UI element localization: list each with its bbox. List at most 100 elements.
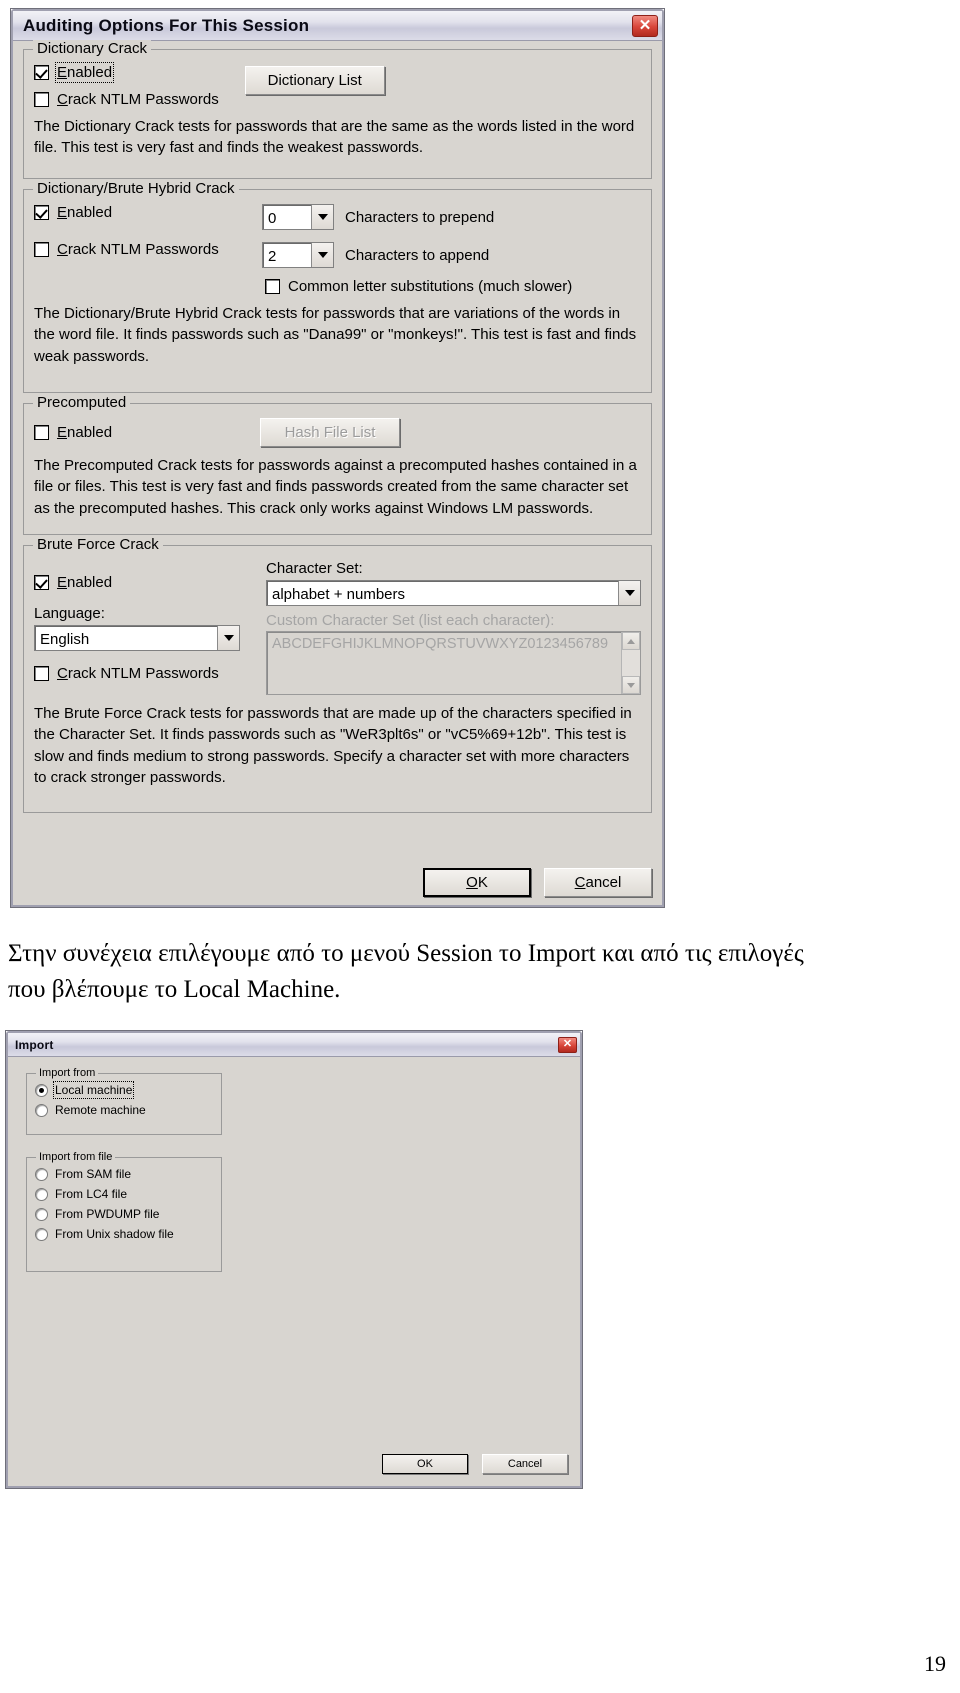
- radio-local-machine[interactable]: [35, 1083, 48, 1097]
- close-icon[interactable]: ✕: [558, 1036, 577, 1053]
- scroll-down-icon[interactable]: [622, 676, 640, 694]
- characters-to-append-combo[interactable]: 2: [262, 242, 334, 268]
- precomputed-enabled-label: Enabled: [57, 424, 113, 441]
- common-substitutions-label: Common letter substitutions (much slower…: [288, 278, 573, 295]
- radio-from-lc4-file[interactable]: [35, 1187, 48, 1201]
- precomputed-enabled-checkbox[interactable]: [34, 425, 49, 440]
- dictionary-ntlm-row[interactable]: Crack NTLM Passwords: [34, 91, 219, 108]
- brute-ntlm-checkbox[interactable]: [34, 666, 49, 681]
- precomputed-group: Precomputed Enabled Hash File List The P…: [23, 394, 652, 535]
- brute-force-content: Enabled Language: English Crack NTLM Pas…: [24, 546, 651, 796]
- precomputed-legend: Precomputed: [33, 394, 131, 411]
- brute-ntlm-row[interactable]: Crack NTLM Passwords: [34, 665, 262, 682]
- body-paragraph-line-1: Στην συνέχεια επιλέγουμε από το μενού Se…: [8, 940, 804, 967]
- auditing-dialog-buttons: OK Cancel: [423, 868, 652, 897]
- import-dialog-body: Import from Local machine Remote machine: [8, 1057, 580, 1486]
- hybrid-ntlm-row[interactable]: Crack NTLM Passwords: [34, 241, 262, 258]
- dictionary-crack-content: Enabled Crack NTLM Passwords Dictionary …: [24, 50, 651, 167]
- radio-from-sam-file-row[interactable]: From SAM file: [35, 1167, 213, 1181]
- import-from-file-content: From SAM file From LC4 file From PWDUMP …: [27, 1158, 221, 1247]
- dictionary-enabled-label: Enabled: [54, 62, 115, 83]
- hybrid-crack-group: Dictionary/Brute Hybrid Crack Enabled Cr…: [23, 180, 652, 393]
- dictionary-crack-legend: Dictionary Crack: [33, 40, 152, 57]
- language-value: English: [40, 630, 90, 648]
- custom-character-set-textarea[interactable]: ABCDEFGHIJKLMNOPQRSTUVWXYZ0123456789: [266, 631, 641, 695]
- hybrid-crack-content: Enabled Crack NTLM Passwords 0 Character…: [24, 190, 651, 375]
- character-set-combo[interactable]: alphabet + numbers: [266, 580, 641, 606]
- hybrid-ntlm-label: Crack NTLM Passwords: [57, 241, 219, 258]
- dialog-frame: Auditing Options For This Session ✕ Dict…: [11, 9, 664, 907]
- import-from-content: Local machine Remote machine: [27, 1074, 221, 1123]
- import-from-file-legend: Import from file: [36, 1151, 116, 1163]
- import-dialog-frame: Import ✕ Import from Local machine Remot: [6, 1031, 582, 1488]
- dictionary-crack-description: The Dictionary Crack tests for passwords…: [34, 118, 635, 157]
- brute-force-description: The Brute Force Crack tests for password…: [34, 705, 632, 786]
- dictionary-ntlm-checkbox[interactable]: [34, 92, 49, 107]
- auditing-dialog-title: Auditing Options For This Session: [23, 15, 310, 35]
- radio-from-lc4-file-label: From LC4 file: [55, 1187, 128, 1201]
- brute-enabled-label: Enabled: [57, 574, 113, 591]
- page-number: 19: [924, 1651, 946, 1676]
- radio-from-pwdump-file-label: From PWDUMP file: [55, 1207, 160, 1221]
- body-paragraph-line-2: που βλέπουμε το Local Machine.: [8, 976, 341, 1004]
- import-dialog: Import ✕ Import from Local machine Remot: [5, 1030, 583, 1489]
- document-page: Auditing Options For This Session ✕ Dict…: [0, 0, 960, 1693]
- hash-file-list-button: Hash File List: [260, 418, 400, 447]
- common-substitutions-row[interactable]: Common letter substitutions (much slower…: [265, 278, 641, 295]
- radio-from-pwdump-file-row[interactable]: From PWDUMP file: [35, 1207, 213, 1221]
- radio-from-sam-file-label: From SAM file: [55, 1167, 132, 1181]
- language-combo[interactable]: English: [34, 625, 240, 651]
- characters-to-append-label: Characters to append: [345, 246, 490, 264]
- auditing-options-dialog: Auditing Options For This Session ✕ Dict…: [10, 8, 665, 908]
- brute-enabled-checkbox[interactable]: [34, 575, 49, 590]
- common-substitutions-checkbox[interactable]: [265, 279, 280, 294]
- chevron-down-icon[interactable]: [618, 581, 640, 605]
- import-cancel-button[interactable]: Cancel: [482, 1454, 568, 1474]
- radio-local-machine-row[interactable]: Local machine: [35, 1081, 213, 1099]
- dictionary-enabled-row[interactable]: Enabled: [34, 62, 219, 83]
- brute-force-group: Brute Force Crack Enabled Language: Engl…: [23, 536, 652, 813]
- import-from-file-group: Import from file From SAM file From LC4 …: [26, 1151, 222, 1272]
- custom-character-set-caption: Custom Character Set (list each characte…: [266, 612, 555, 629]
- import-from-group: Import from Local machine Remote machine: [26, 1067, 222, 1135]
- radio-from-sam-file[interactable]: [35, 1167, 48, 1181]
- characters-to-prepend-combo[interactable]: 0: [262, 204, 334, 230]
- dictionary-list-button[interactable]: Dictionary List: [244, 66, 385, 95]
- close-icon[interactable]: ✕: [632, 14, 658, 37]
- hybrid-ntlm-checkbox[interactable]: [34, 242, 49, 257]
- custom-character-set-value: ABCDEFGHIJKLMNOPQRSTUVWXYZ0123456789: [272, 636, 609, 652]
- dictionary-enabled-checkbox[interactable]: [34, 65, 49, 80]
- brute-ntlm-label: Crack NTLM Passwords: [57, 665, 219, 682]
- radio-from-unix-shadow-file-row[interactable]: From Unix shadow file: [35, 1227, 213, 1241]
- language-caption: Language:: [34, 605, 105, 622]
- import-from-legend: Import from: [36, 1067, 99, 1079]
- hybrid-crack-legend: Dictionary/Brute Hybrid Crack: [33, 180, 239, 197]
- radio-from-unix-shadow-file-label: From Unix shadow file: [55, 1227, 174, 1241]
- hybrid-enabled-checkbox[interactable]: [34, 205, 49, 220]
- radio-local-machine-label: Local machine: [52, 1081, 135, 1099]
- cancel-button[interactable]: Cancel: [544, 868, 652, 897]
- radio-from-unix-shadow-file[interactable]: [35, 1227, 48, 1241]
- precomputed-content: Enabled Hash File List The Precomputed C…: [24, 404, 651, 527]
- chevron-down-icon[interactable]: [311, 243, 333, 267]
- custom-character-set-scrollbar[interactable]: [621, 632, 640, 694]
- radio-from-lc4-file-row[interactable]: From LC4 file: [35, 1187, 213, 1201]
- brute-enabled-row[interactable]: Enabled: [34, 574, 262, 591]
- radio-remote-machine-row[interactable]: Remote machine: [35, 1103, 213, 1117]
- chevron-down-icon[interactable]: [311, 205, 333, 229]
- chevron-down-icon[interactable]: [217, 626, 239, 650]
- radio-remote-machine[interactable]: [35, 1103, 48, 1117]
- import-ok-button[interactable]: OK: [382, 1454, 468, 1474]
- auditing-dialog-titlebar: Auditing Options For This Session ✕: [13, 11, 662, 41]
- precomputed-description: The Precomputed Crack tests for password…: [34, 457, 637, 517]
- ok-button[interactable]: OK: [423, 868, 531, 897]
- radio-from-pwdump-file[interactable]: [35, 1207, 48, 1221]
- characters-to-prepend-value: 0: [268, 209, 277, 227]
- precomputed-enabled-row[interactable]: Enabled: [34, 424, 262, 441]
- body-paragraph: Στην συνέχεια επιλέγουμε από το μενού Se…: [8, 936, 952, 1009]
- scroll-up-icon[interactable]: [622, 632, 640, 650]
- dictionary-crack-group: Dictionary Crack Enabled Crack NTLM Pass…: [23, 40, 652, 179]
- hybrid-enabled-row[interactable]: Enabled: [34, 204, 262, 221]
- character-set-value: alphabet + numbers: [272, 585, 406, 603]
- dictionary-ntlm-label: Crack NTLM Passwords: [57, 91, 219, 108]
